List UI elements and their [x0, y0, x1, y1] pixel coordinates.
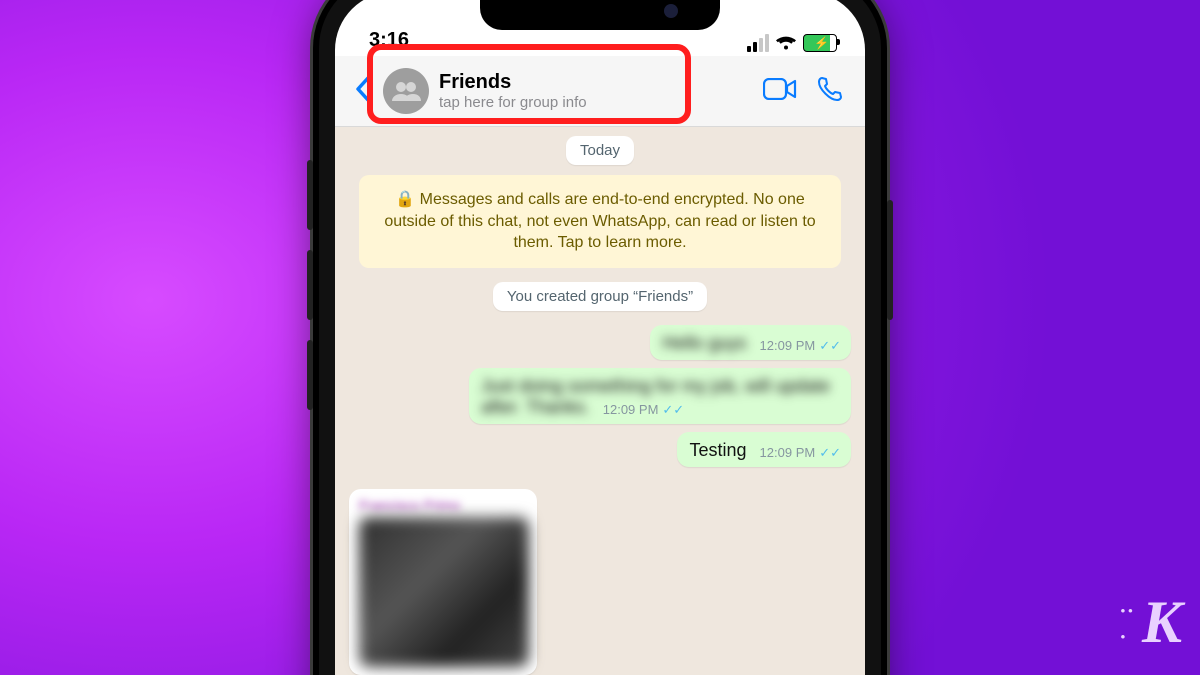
phone-notch	[480, 0, 720, 30]
group-title: Friends	[439, 71, 587, 94]
message-time: 12:09 PM	[760, 338, 816, 353]
date-separator: Today	[566, 136, 634, 165]
phone-frame: 3:16 ⚡ F	[313, 0, 887, 675]
message-outgoing[interactable]: Just doing something for my job, will up…	[335, 364, 865, 428]
lock-icon: 🔒	[395, 191, 415, 208]
message-time: 12:09 PM	[760, 445, 816, 460]
phone-side-button	[887, 200, 893, 320]
message-text-blurred: Hello guys	[662, 333, 746, 353]
read-receipt-icon: ✓✓	[819, 338, 841, 354]
chat-header: Friends tap here for group info	[335, 56, 865, 127]
message-sender-name-blurred: Francisco Primo	[359, 497, 529, 513]
chat-body[interactable]: Today 🔒 Messages and calls are end-to-en…	[335, 122, 865, 675]
cellular-signal-icon	[747, 34, 769, 52]
message-media-preview-blurred	[359, 517, 529, 667]
message-time: 12:09 PM	[603, 402, 659, 417]
group-subtitle: tap here for group info	[439, 94, 587, 111]
message-outgoing[interactable]: Testing 12:09 PM ✓✓	[335, 428, 865, 471]
status-time: 3:16	[369, 29, 409, 52]
video-call-button[interactable]	[753, 72, 807, 111]
phone-screen: 3:16 ⚡ F	[335, 0, 865, 675]
read-receipt-icon: ✓✓	[819, 445, 841, 461]
voice-call-button[interactable]	[807, 70, 853, 113]
wifi-icon	[775, 35, 797, 51]
message-text: Testing	[689, 440, 746, 460]
system-message: You created group “Friends”	[493, 282, 707, 311]
message-outgoing[interactable]: Hello guys 12:09 PM ✓✓	[335, 321, 865, 364]
screenshot-stage: 3:16 ⚡ F	[0, 0, 1200, 675]
encryption-notice[interactable]: 🔒 Messages and calls are end-to-end encr…	[359, 175, 841, 268]
battery-charging-icon: ⚡	[803, 34, 837, 52]
back-button[interactable]	[347, 72, 379, 111]
group-avatar-icon	[383, 68, 429, 114]
message-incoming[interactable]: Francisco Primo	[335, 485, 865, 675]
watermark-logo: ∙∙∙K	[1142, 588, 1178, 657]
group-info-button[interactable]: Friends tap here for group info	[383, 68, 587, 114]
read-receipt-icon: ✓✓	[662, 402, 684, 418]
